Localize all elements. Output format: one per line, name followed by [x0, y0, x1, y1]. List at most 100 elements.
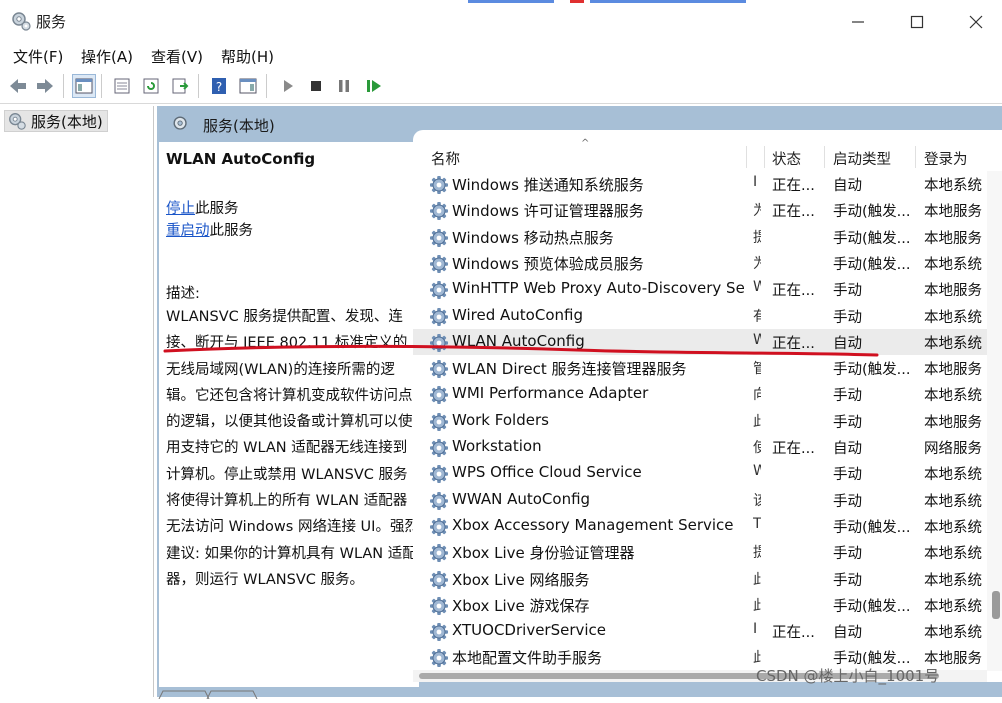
- service-gear-icon: [429, 385, 449, 405]
- service-name-cell: Windows 许可证管理器服务: [452, 202, 644, 221]
- column-header-name[interactable]: 名称: [431, 148, 460, 169]
- service-gear-icon: [429, 648, 449, 668]
- table-row[interactable]: Windows 预览体验成员服务 为 手动(触发... 本地系统: [413, 250, 987, 276]
- service-startup-type-cell: 自动: [833, 441, 862, 457]
- service-description-cell: I: [753, 174, 758, 190]
- service-gear-icon: [429, 622, 449, 642]
- column-separator[interactable]: [824, 146, 825, 168]
- service-description-cell: 向: [753, 387, 761, 404]
- service-startup-type-cell: 手动(触发...: [833, 519, 911, 536]
- table-row[interactable]: XTUOCDriverService I 正在... 自动 本地系统: [413, 618, 987, 644]
- table-row[interactable]: WLAN AutoConfig W 正在... 自动 本地系统: [413, 328, 987, 356]
- service-description-cell: 管: [753, 361, 761, 378]
- service-startup-type-cell: 手动: [833, 283, 862, 300]
- service-logon-cell: 本地系统: [924, 519, 982, 536]
- service-logon-cell: 本地服务: [924, 204, 982, 221]
- vertical-scrollbar[interactable]: [987, 171, 1002, 671]
- restart-service-line: 重启动此服务: [166, 219, 253, 240]
- close-button[interactable]: [958, 8, 994, 36]
- column-separator[interactable]: [764, 146, 765, 168]
- stop-service-button[interactable]: [304, 74, 328, 98]
- service-status-cell: 正在...: [772, 441, 815, 457]
- table-row[interactable]: Windows 移动热点服务 提 手动(触发... 本地服务: [413, 224, 987, 250]
- help-button[interactable]: ?: [207, 74, 231, 98]
- service-name-cell: WinHTTP Web Proxy Auto-Discovery Ser...: [452, 279, 744, 298]
- restart-service-button[interactable]: [362, 74, 386, 98]
- menu-view[interactable]: 查看(V): [151, 46, 203, 67]
- stop-service-link[interactable]: 停止: [166, 201, 195, 217]
- column-header-status[interactable]: 状态: [772, 148, 801, 169]
- restart-service-link[interactable]: 重启动: [166, 223, 210, 239]
- pause-service-button[interactable]: [332, 74, 356, 98]
- service-name-cell: Windows 推送通知系统服务: [452, 176, 644, 194]
- table-row[interactable]: Workstation 使正在... 自动 网络服务: [413, 434, 987, 460]
- service-gear-icon: [429, 464, 449, 484]
- service-name-cell: XTUOCDriverService: [452, 621, 607, 640]
- table-row[interactable]: Wired AutoConfig 有 手动 本地系统: [413, 303, 987, 329]
- column-separator[interactable]: [746, 146, 747, 168]
- properties-list-button[interactable]: [110, 74, 134, 98]
- close-icon: [969, 15, 983, 29]
- forward-arrow-icon: [37, 79, 53, 93]
- title-bar: 服务: [0, 0, 1002, 42]
- action-pane-button[interactable]: [236, 74, 260, 98]
- service-description-cell: T: [753, 515, 761, 532]
- service-description-cell: 为: [753, 203, 761, 220]
- service-logon-cell: 本地系统: [924, 309, 982, 326]
- column-header-startup-type[interactable]: 启动类型: [833, 148, 891, 169]
- table-row[interactable]: WLAN Direct 服务连接管理器服务 管 手动(触发... 本地服务: [413, 355, 987, 381]
- export-list-button[interactable]: [168, 74, 192, 98]
- table-row[interactable]: WPS Office Cloud Service W 手动 本地系统: [413, 460, 987, 486]
- table-row[interactable]: Work Folders 此 手动 本地服务: [413, 408, 987, 434]
- start-service-button[interactable]: [276, 74, 300, 98]
- toolbar-separator: [101, 74, 102, 98]
- service-status-cell: 正在...: [772, 283, 815, 300]
- vertical-scroll-thumb[interactable]: [992, 591, 1000, 619]
- table-row[interactable]: Xbox Accessory Management Service T 手动(触发.…: [413, 513, 987, 539]
- service-description-cell: 此: [753, 597, 761, 614]
- table-row[interactable]: Xbox Live 游戏保存 此 手动(触发... 本地系统: [413, 592, 987, 618]
- table-row[interactable]: Windows 推送通知系统服务 I 正在... 自动 本地系统: [413, 171, 987, 197]
- service-startup-type-cell: 手动: [833, 546, 862, 563]
- service-status-cell: 正在...: [772, 178, 815, 194]
- table-row[interactable]: Windows 许可证管理器服务 为正在... 手动(触发... 本地服务: [413, 197, 987, 223]
- table-row[interactable]: Xbox Live 网络服务 此 手动 本地系统: [413, 566, 987, 592]
- tree-item-label: 服务(本地): [31, 112, 103, 131]
- table-row[interactable]: WMI Performance Adapter 向 手动 本地系统: [413, 381, 987, 407]
- menu-help[interactable]: 帮助(H): [221, 46, 274, 67]
- service-name-cell: Windows 预览体验成员服务: [452, 254, 644, 273]
- service-name-cell: Xbox Live 网络服务: [452, 570, 590, 589]
- service-startup-type-cell: 手动: [833, 388, 862, 405]
- selected-service-name: WLAN AutoConfig: [166, 150, 316, 168]
- play-icon: [284, 80, 293, 92]
- forward-button[interactable]: [33, 74, 57, 98]
- stop-icon: [311, 81, 321, 91]
- column-separator[interactable]: [915, 146, 916, 168]
- tree-item-services-local[interactable]: 服务(本地): [4, 110, 108, 132]
- menu-file[interactable]: 文件(F): [13, 46, 63, 67]
- service-logon-cell: 本地系统: [924, 467, 982, 484]
- pause-icon: [339, 80, 349, 92]
- service-logon-cell: 本地系统: [924, 493, 982, 510]
- column-header-logon[interactable]: 登录为: [924, 148, 968, 169]
- services-list: ^ 名称 状态 启动类型 登录为 Windows 推送通知系统服务 I 正在... 自…: [413, 130, 1002, 682]
- pane-title: 服务(本地): [203, 117, 275, 135]
- minimize-button[interactable]: [840, 8, 876, 36]
- list-header: ^ 名称 状态 启动类型 登录为: [413, 138, 1002, 170]
- refresh-button[interactable]: [139, 74, 163, 98]
- service-name-cell: Work Folders: [452, 410, 549, 429]
- service-name-cell: Xbox Accessory Management Service: [452, 515, 734, 534]
- table-row[interactable]: WWAN AutoConfig 该 手动 本地系统: [413, 487, 987, 513]
- service-name-cell: WLAN AutoConfig: [452, 331, 585, 350]
- service-startup-type-cell: 手动: [833, 414, 862, 431]
- service-status-cell: 正在...: [772, 204, 815, 221]
- table-row[interactable]: Xbox Live 身份验证管理器 提 手动 本地系统: [413, 539, 987, 565]
- table-row[interactable]: WinHTTP Web Proxy Auto-Discovery Ser... W…: [413, 276, 987, 302]
- bottom-tabs: [157, 687, 357, 700]
- maximize-button[interactable]: [899, 8, 935, 36]
- services-gear-icon: [9, 113, 26, 130]
- menu-action[interactable]: 操作(A): [81, 46, 133, 67]
- show-tree-button[interactable]: [72, 74, 96, 98]
- back-button[interactable]: [6, 74, 30, 98]
- stop-service-suffix: 此服务: [195, 201, 239, 217]
